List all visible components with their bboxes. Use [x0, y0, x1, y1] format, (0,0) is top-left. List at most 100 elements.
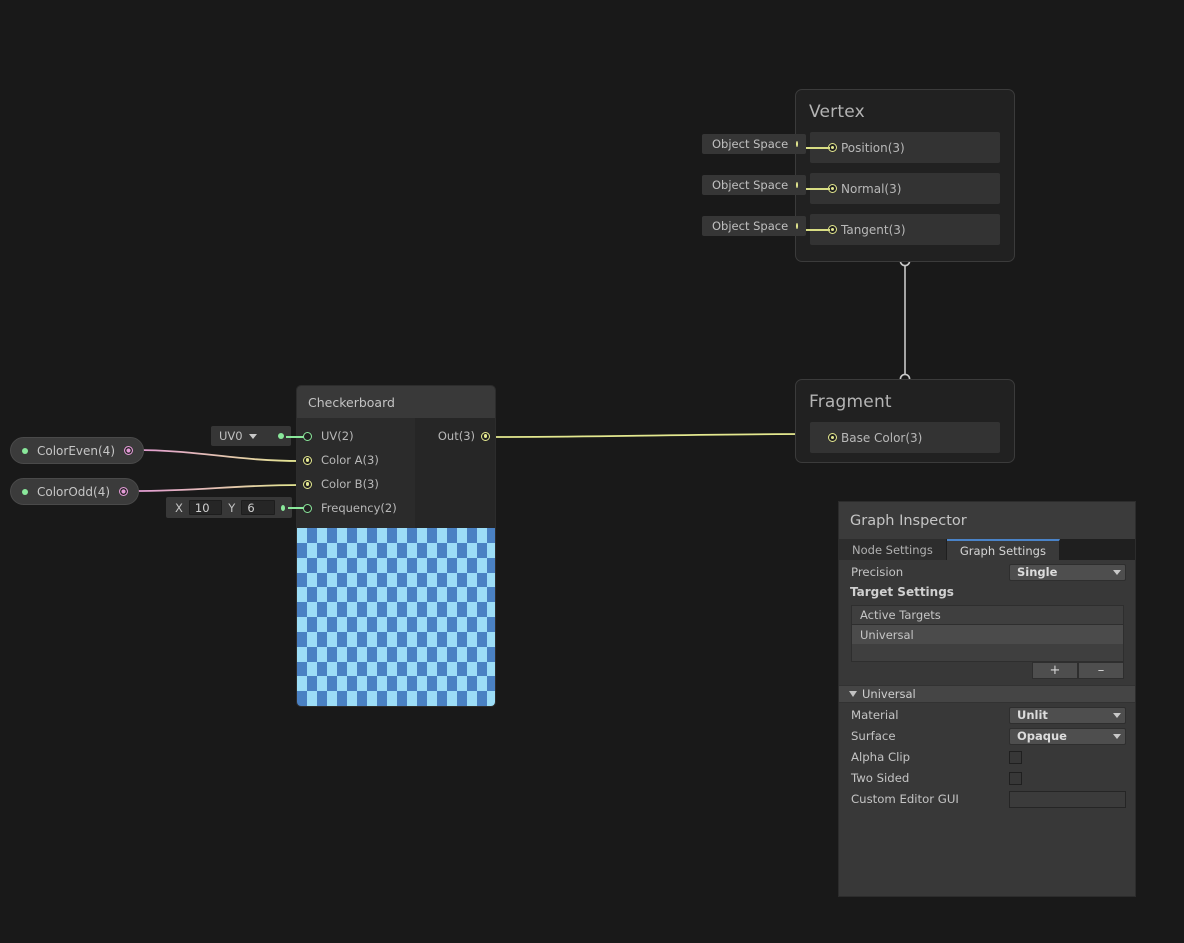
material-value: Unlit [1017, 708, 1048, 722]
active-targets-list[interactable]: Active Targets Universal [851, 605, 1124, 662]
graph-inspector-panel[interactable]: Graph Inspector Node Settings Graph Sett… [838, 501, 1136, 897]
position-space-port[interactable] [796, 141, 798, 147]
row-precision[interactable]: Precision Single [839, 562, 1135, 582]
surface-dropdown[interactable]: Opaque [1009, 727, 1126, 745]
colorodd-output-port[interactable] [119, 487, 129, 496]
universal-foldout-label: Universal [862, 687, 916, 701]
colora-input-port[interactable] [303, 455, 312, 465]
row-custom-editor-gui[interactable]: Custom Editor GUI [839, 789, 1135, 809]
tangent-space-port[interactable] [796, 223, 798, 229]
row-material[interactable]: Material Unlit [839, 705, 1135, 725]
active-target-item-universal[interactable]: Universal [852, 625, 1123, 644]
uv-input-port[interactable] [303, 431, 312, 441]
checkerboard-inputs: UV(2) Color A(3) Color B(3) Frequency(2) [297, 418, 415, 528]
coloreven-label: ColorEven(4) [37, 443, 115, 458]
checkerboard-preview[interactable] [297, 528, 495, 706]
surface-label: Surface [851, 729, 896, 743]
frequency-y-input[interactable]: 6 [241, 500, 275, 515]
chevron-down-icon [1113, 712, 1121, 718]
active-targets-buttons: + – [839, 662, 1124, 679]
tangent-space-dropdown[interactable]: Object Space [702, 216, 806, 236]
material-dropdown[interactable]: Unlit [1009, 706, 1126, 724]
triangle-down-icon [849, 691, 857, 697]
uv-channel-dropdown[interactable]: UV0 [211, 426, 291, 446]
vertex-node-title: Vertex [809, 102, 865, 122]
row-surface[interactable]: Surface Opaque [839, 726, 1135, 746]
vertex-block-normal[interactable]: Normal(3) [806, 173, 1000, 204]
colorb-input-label: Color B(3) [321, 477, 379, 491]
colorodd-indicator-icon [22, 488, 28, 495]
frequency-y-label: Y [228, 500, 236, 515]
uv-stub-wire [286, 436, 304, 438]
custom-editor-gui-input[interactable] [1009, 790, 1126, 808]
tab-node-settings[interactable]: Node Settings [839, 539, 947, 560]
surface-value: Opaque [1017, 729, 1067, 743]
checkerboard-output-out[interactable]: Out(3) [415, 424, 495, 448]
tangent-space-label: Object Space [712, 219, 789, 233]
universal-foldout[interactable]: Universal [839, 685, 1135, 703]
fragment-node-title: Fragment [809, 392, 892, 412]
alpha-clip-label: Alpha Clip [851, 750, 911, 764]
colorb-input-port[interactable] [303, 479, 312, 489]
property-node-coloreven[interactable]: ColorEven(4) [10, 437, 144, 464]
custom-editor-gui-label: Custom Editor GUI [851, 792, 959, 806]
uv-input-label: UV(2) [321, 429, 354, 443]
checkerboard-input-colorb[interactable]: Color B(3) [297, 472, 415, 496]
normal-space-dropdown[interactable]: Object Space [702, 175, 806, 195]
active-targets-empty-space [852, 644, 1123, 661]
tangent-stub-wire [806, 228, 830, 231]
frequency-field-port[interactable] [280, 504, 286, 511]
checkerboard-node-body: UV(2) Color A(3) Color B(3) Frequency(2) [297, 418, 495, 528]
vertex-block-tangent[interactable]: Tangent(3) [806, 214, 1000, 245]
checkerboard-node-title: Checkerboard [297, 386, 495, 418]
fragment-block-basecolor[interactable]: Base Color(3) [810, 422, 1000, 453]
normal-stub-wire [806, 187, 830, 190]
coloreven-output-port[interactable] [124, 446, 133, 455]
position-space-dropdown[interactable]: Object Space [702, 134, 806, 154]
position-stub-wire [806, 146, 830, 149]
shader-graph-canvas[interactable]: Vertex Position(3) Normal(3) Tangent(3) … [0, 0, 1184, 943]
fragment-block-basecolor-label: Base Color(3) [841, 430, 923, 445]
out-output-port[interactable] [481, 431, 490, 441]
row-two-sided[interactable]: Two Sided [839, 768, 1135, 788]
tab-node-settings-label: Node Settings [852, 542, 933, 557]
uv-channel-port[interactable] [277, 433, 284, 439]
precision-dropdown[interactable]: Single [1009, 563, 1126, 581]
frequency-input-port[interactable] [303, 503, 312, 513]
normal-space-port[interactable] [796, 182, 798, 188]
frequency-x-label: X [175, 500, 183, 515]
row-alpha-clip[interactable]: Alpha Clip [839, 747, 1135, 767]
alpha-clip-checkbox[interactable] [1009, 750, 1022, 764]
coloreven-indicator-icon [22, 447, 28, 454]
inspector-tabbar[interactable]: Node Settings Graph Settings [839, 539, 1135, 560]
vertex-block-tangent-label: Tangent(3) [841, 222, 906, 237]
add-target-button[interactable]: + [1032, 662, 1078, 679]
checkerboard-input-uv[interactable]: UV(2) [297, 424, 415, 448]
edge-out-to-basecolor [489, 433, 818, 438]
property-node-colorodd[interactable]: ColorOdd(4) [10, 478, 140, 505]
base-color-input-port[interactable] [828, 433, 837, 442]
target-settings-header: Target Settings [850, 585, 954, 599]
vertex-block-normal-label: Normal(3) [841, 181, 902, 196]
frequency-vector2-field[interactable]: X 10 Y 6 [166, 497, 292, 518]
fragment-master-node[interactable]: Fragment Base Color(3) [795, 379, 1015, 463]
edge-colorodd-to-colorb [132, 484, 302, 492]
two-sided-checkbox[interactable] [1009, 771, 1022, 785]
vertex-block-position-label: Position(3) [841, 140, 905, 155]
material-label: Material [851, 708, 899, 722]
remove-target-button[interactable]: – [1078, 662, 1124, 679]
vertex-block-position[interactable]: Position(3) [806, 132, 1000, 163]
checkerboard-input-colora[interactable]: Color A(3) [297, 448, 415, 472]
checkerboard-input-frequency[interactable]: Frequency(2) [297, 496, 415, 520]
frequency-x-input[interactable]: 10 [188, 500, 223, 515]
vertex-master-node[interactable]: Vertex Position(3) Normal(3) Tangent(3) [795, 89, 1015, 262]
chevron-down-icon [1113, 569, 1121, 575]
plus-icon: + [1049, 663, 1061, 678]
checkerboard-node[interactable]: Checkerboard UV(2) Color A(3) Color B(3) [296, 385, 496, 707]
frequency-input-label: Frequency(2) [321, 501, 397, 515]
tab-graph-settings[interactable]: Graph Settings [946, 539, 1060, 560]
position-space-label: Object Space [712, 137, 789, 151]
chevron-down-icon [249, 433, 258, 439]
normal-space-label: Object Space [712, 178, 789, 192]
checkerboard-outputs: Out(3) [415, 418, 495, 528]
